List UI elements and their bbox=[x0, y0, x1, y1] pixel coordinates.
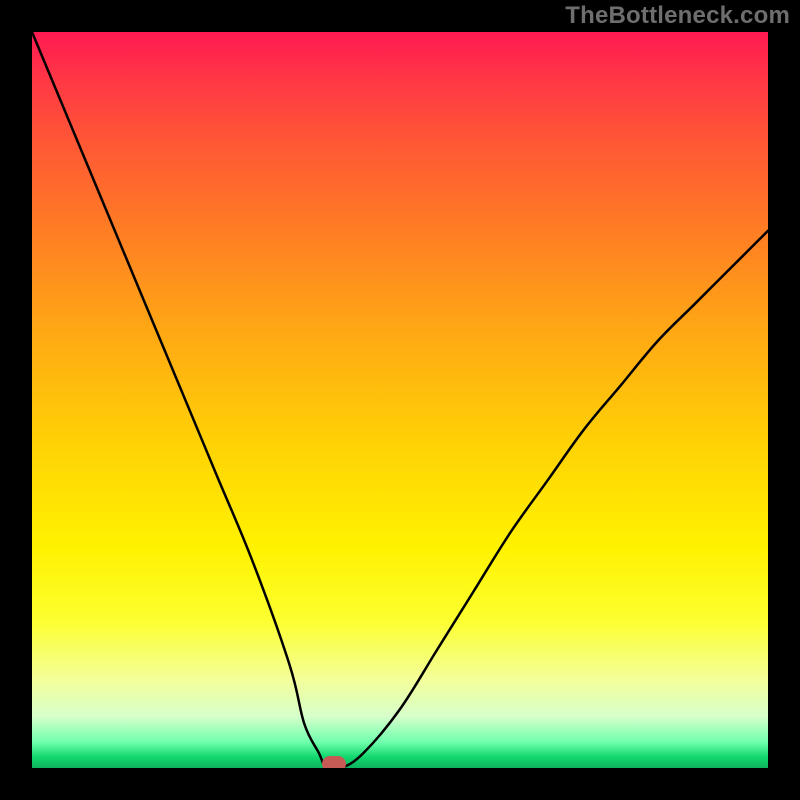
plot-area bbox=[32, 32, 768, 768]
watermark-text: TheBottleneck.com bbox=[565, 2, 790, 30]
chart-frame: TheBottleneck.com bbox=[0, 0, 800, 800]
optimum-marker bbox=[322, 756, 346, 768]
curve-layer bbox=[32, 32, 768, 768]
bottleneck-curve bbox=[32, 32, 768, 768]
